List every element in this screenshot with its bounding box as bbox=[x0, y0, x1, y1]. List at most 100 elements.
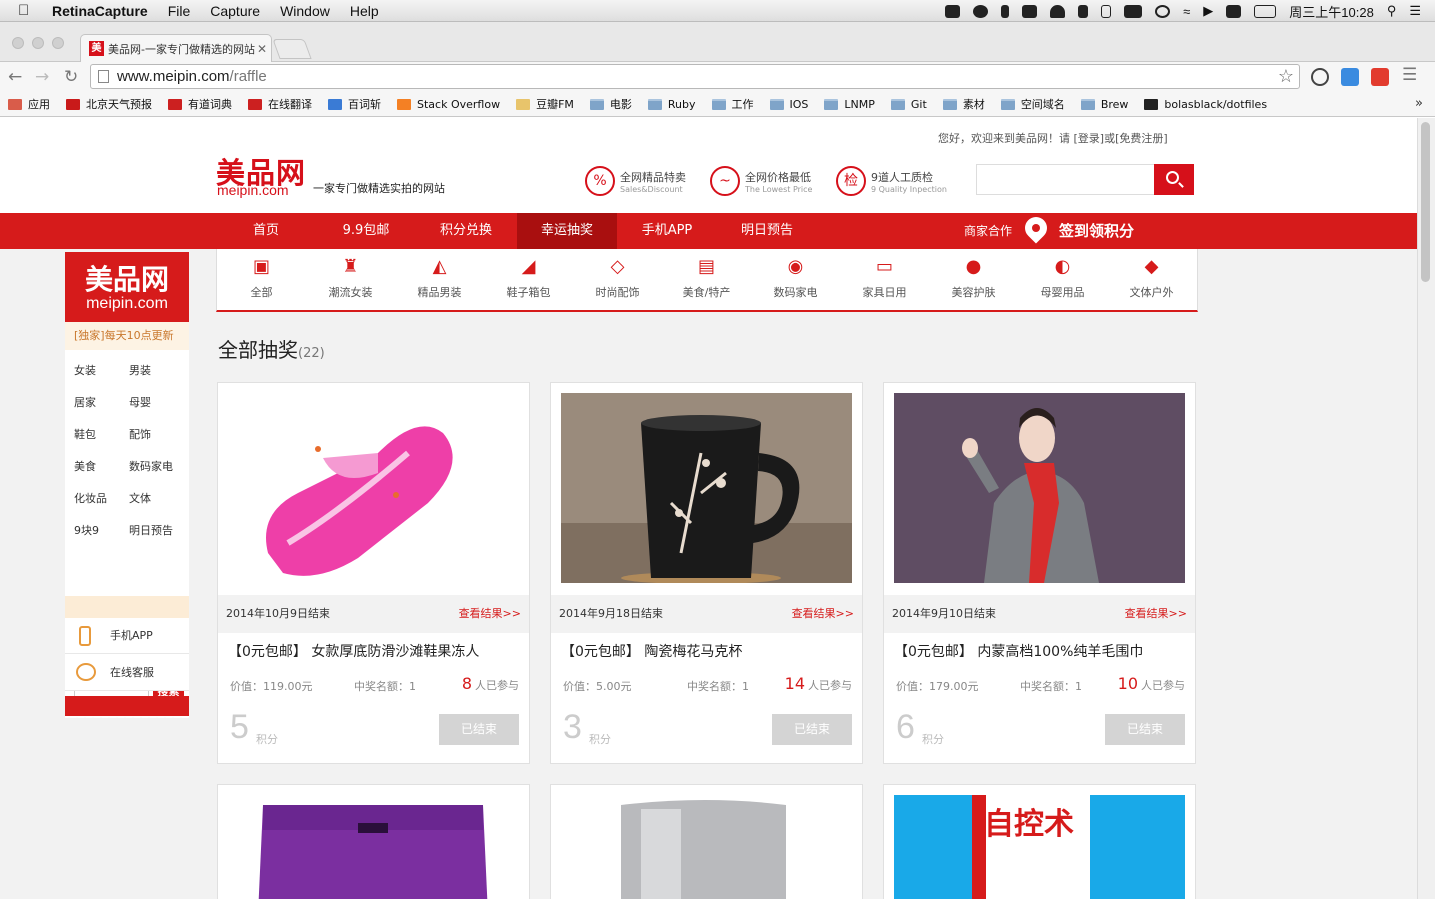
spotlight-icon[interactable]: ⚲ bbox=[1387, 3, 1397, 19]
menu-file[interactable]: File bbox=[168, 3, 191, 19]
bookmark-item[interactable]: IOS bbox=[769, 98, 808, 111]
ended-button[interactable]: 已结束 bbox=[772, 714, 852, 745]
menu-help[interactable]: Help bbox=[350, 3, 379, 19]
app-menu[interactable]: RetinaCapture bbox=[52, 3, 148, 19]
sidebar-link[interactable]: 明日预告 bbox=[129, 522, 173, 538]
clock[interactable]: 周三上午10:28 bbox=[1289, 2, 1374, 21]
scrollbar-thumb[interactable] bbox=[1421, 122, 1430, 282]
bookmark-icon[interactable] bbox=[1001, 4, 1010, 18]
sidebar-link[interactable]: 文体 bbox=[129, 490, 151, 506]
bookmark-item[interactable]: 工作 bbox=[711, 96, 754, 112]
dropbox-icon[interactable] bbox=[945, 4, 961, 18]
raffle-card[interactable]: 2014年9月18日结束 查看结果>> 【0元包邮】 陶瓷梅花马克杯 价值：5.00元… bbox=[550, 382, 863, 764]
skype-icon[interactable] bbox=[1226, 4, 1242, 18]
evernote-icon[interactable] bbox=[1022, 4, 1038, 18]
raffle-card[interactable]: 2014年10月9日结束 查看结果>> 【0元包邮】 女款厚底防滑沙滩鞋果冻人 价值：… bbox=[217, 382, 530, 764]
category-item[interactable]: ▭ 家具日用 bbox=[840, 253, 929, 300]
umbrella-icon[interactable] bbox=[1101, 4, 1112, 18]
sidebar-link[interactable]: 男装 bbox=[129, 362, 151, 378]
menu-icon[interactable]: ☰ bbox=[1402, 65, 1417, 85]
wifi-icon[interactable]: ≈ bbox=[1183, 4, 1190, 19]
ended-button[interactable]: 已结束 bbox=[439, 714, 519, 745]
sidebar-link[interactable]: 鞋包 bbox=[74, 426, 96, 442]
category-item[interactable]: ◐ 母婴用品 bbox=[1018, 253, 1107, 300]
extension-onepassword-icon[interactable] bbox=[1311, 68, 1329, 86]
category-item[interactable]: ◇ 时尚配饰 bbox=[573, 253, 662, 300]
sidebar-link[interactable]: 母婴 bbox=[129, 394, 151, 410]
view-result-link[interactable]: 查看结果>> bbox=[459, 595, 521, 633]
nav-home[interactable]: 首页 bbox=[216, 213, 316, 249]
star-icon[interactable]: ☆ bbox=[1278, 65, 1294, 88]
raffle-card[interactable] bbox=[550, 784, 863, 899]
category-item[interactable]: ● 美容护肤 bbox=[929, 253, 1018, 300]
product-title[interactable]: 【0元包邮】 女款厚底防滑沙滩鞋果冻人 bbox=[228, 641, 479, 661]
product-image[interactable] bbox=[561, 393, 852, 583]
cloud-icon[interactable] bbox=[1050, 4, 1066, 18]
view-result-link[interactable]: 查看结果>> bbox=[1125, 595, 1187, 633]
battery-icon[interactable] bbox=[1254, 4, 1277, 18]
onepassword-icon[interactable] bbox=[973, 4, 989, 18]
bookmark-item[interactable]: 电影 bbox=[589, 96, 632, 112]
menu-window[interactable]: Window bbox=[280, 3, 330, 19]
back-icon[interactable]: ← bbox=[8, 67, 22, 87]
product-title[interactable]: 【0元包邮】 陶瓷梅花马克杯 bbox=[561, 641, 742, 661]
welcome-text[interactable]: 您好，欢迎来到美品网！请 [登录]或[免费注册] bbox=[938, 130, 1168, 146]
category-item[interactable]: ◢ 鞋子箱包 bbox=[484, 253, 573, 300]
window-minimize-button[interactable] bbox=[32, 37, 44, 49]
bookmark-item[interactable]: 在线翻译 bbox=[248, 96, 312, 112]
sidebar-support[interactable]: 在线客服 bbox=[65, 655, 189, 691]
feather-icon[interactable] bbox=[1078, 4, 1089, 18]
category-item[interactable]: ▣ 全部 bbox=[217, 253, 306, 300]
bookmark-item[interactable]: 有道词典 bbox=[168, 96, 232, 112]
nav-raffle[interactable]: 幸运抽奖 bbox=[517, 213, 617, 249]
address-bar[interactable]: www.meipin.com/raffle ☆ bbox=[90, 64, 1300, 89]
extension-fe-icon[interactable] bbox=[1371, 68, 1389, 86]
nav-9-9[interactable]: 9.9包邮 bbox=[316, 213, 416, 249]
bookmarks-overflow-icon[interactable]: » bbox=[1415, 96, 1423, 111]
bookmark-item[interactable]: 北京天气预报 bbox=[66, 96, 152, 112]
nav-merchant[interactable]: 商家合作 bbox=[963, 213, 1013, 249]
product-title[interactable]: 【0元包邮】 内蒙高档100%纯羊毛围巾 bbox=[894, 641, 1143, 661]
site-search-button[interactable] bbox=[1154, 164, 1194, 195]
battery-status-icon[interactable] bbox=[1124, 4, 1143, 18]
volume-icon[interactable]: ▶ bbox=[1203, 3, 1213, 19]
product-image[interactable] bbox=[894, 393, 1185, 583]
bookmark-item[interactable]: bolasblack/dotfiles bbox=[1144, 98, 1267, 111]
silver-device-image[interactable] bbox=[561, 795, 852, 899]
extension-accessibility-icon[interactable] bbox=[1341, 68, 1359, 86]
notification-center-icon[interactable]: ☰ bbox=[1409, 3, 1421, 19]
category-item[interactable]: ◆ 文体户外 bbox=[1107, 253, 1196, 300]
category-item[interactable]: ♜ 潮流女装 bbox=[306, 253, 395, 300]
time-machine-icon[interactable] bbox=[1155, 4, 1171, 18]
sidebar-link[interactable]: 美食 bbox=[74, 458, 96, 474]
sidebar-link[interactable]: 配饰 bbox=[129, 426, 151, 442]
close-tab-icon[interactable]: ✕ bbox=[257, 42, 271, 56]
raffle-card[interactable]: 2014年9月10日结束 查看结果>> 【0元包邮】 内蒙高档100%纯羊毛围巾 价值… bbox=[883, 382, 1196, 764]
page-scrollbar[interactable] bbox=[1417, 118, 1435, 899]
signin-points-link[interactable]: 签到领积分 bbox=[1059, 213, 1134, 249]
sidebar-logo[interactable]: 美品网 meipin.com bbox=[65, 252, 189, 322]
product-image[interactable] bbox=[228, 393, 519, 583]
bookmark-item[interactable]: 空间域名 bbox=[1000, 96, 1065, 112]
new-tab-button[interactable] bbox=[272, 39, 312, 59]
raffle-card[interactable] bbox=[217, 784, 530, 899]
site-logo-domain[interactable]: meipin.com bbox=[217, 182, 289, 198]
forward-icon[interactable]: → bbox=[35, 67, 49, 87]
bookmark-item[interactable]: Ruby bbox=[647, 98, 696, 111]
bookmark-item[interactable]: LNMP bbox=[824, 98, 875, 111]
site-search-input[interactable] bbox=[976, 164, 1154, 195]
menu-capture[interactable]: Capture bbox=[210, 3, 260, 19]
sidebar-link[interactable]: 数码家电 bbox=[129, 458, 173, 474]
sidebar-mobile-app[interactable]: 手机APP bbox=[65, 618, 189, 654]
bookmark-item[interactable]: Git bbox=[890, 98, 927, 111]
nav-app[interactable]: 手机APP bbox=[617, 213, 717, 249]
bookmark-item[interactable]: 豆瓣FM bbox=[516, 96, 574, 112]
view-result-link[interactable]: 查看结果>> bbox=[792, 595, 854, 633]
nav-points[interactable]: 积分兑换 bbox=[416, 213, 516, 249]
bookmark-item[interactable]: Stack Overflow bbox=[397, 98, 500, 111]
window-close-button[interactable] bbox=[12, 37, 24, 49]
purple-underwear-image[interactable] bbox=[228, 795, 519, 899]
category-item[interactable]: ◭ 精品男装 bbox=[395, 253, 484, 300]
sidebar-link[interactable]: 9块9 bbox=[74, 522, 99, 538]
browser-tab[interactable]: 美 美品网-一家专门做精选的网站 ✕ bbox=[80, 34, 272, 62]
